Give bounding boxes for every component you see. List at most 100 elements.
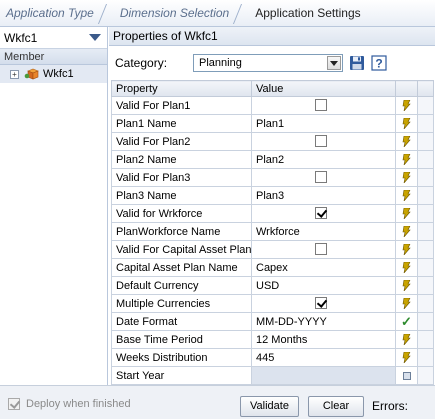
tree-item-label: Wkfc1 [43, 68, 74, 80]
validate-button[interactable]: Validate [240, 396, 299, 417]
property-name-cell: Valid for Wrkforce [111, 204, 252, 223]
dimension-selector[interactable]: Wkfc1 [0, 27, 107, 49]
edit-pending-icon [402, 118, 411, 130]
status-cell [395, 222, 418, 241]
chevron-down-icon[interactable] [89, 34, 101, 41]
property-name-cell: Plan3 Name [111, 186, 252, 205]
deploy-label: Deploy when finished [26, 398, 131, 410]
property-value-cell[interactable] [251, 240, 396, 259]
property-name-cell: Multiple Currencies [111, 294, 252, 313]
status-cell: ✓ [395, 312, 418, 331]
property-name-cell: Capital Asset Plan Name [111, 258, 252, 277]
property-checkbox[interactable] [315, 99, 327, 111]
property-name-cell: Base Time Period [111, 330, 252, 349]
tree-item-root[interactable]: + Wkfc1 [0, 65, 107, 83]
status-cell [395, 96, 418, 115]
property-value-cell[interactable]: MM-DD-YYYY [251, 312, 396, 331]
category-dropdown-button[interactable] [327, 56, 341, 70]
breadcrumb-step-dimension-selection[interactable]: Dimension Selection [114, 0, 235, 27]
property-value-cell[interactable]: Plan1 [251, 114, 396, 133]
property-value-cell[interactable] [251, 96, 396, 115]
property-row: Base Time Period 12 Months [111, 330, 434, 349]
breadcrumb-step-application-type[interactable]: Application Type [0, 0, 100, 27]
property-checkbox[interactable] [315, 171, 327, 183]
category-select-value: Planning [199, 57, 242, 69]
property-row: Default Currency USD [111, 276, 434, 295]
expand-icon[interactable]: + [10, 69, 19, 79]
extra-cell [417, 312, 434, 331]
extra-cell [417, 204, 434, 223]
property-value-cell[interactable]: Plan3 [251, 186, 396, 205]
property-row: Plan3 Name Plan3 [111, 186, 434, 205]
property-checkbox[interactable] [315, 297, 327, 309]
property-row: Weeks Distribution 445 [111, 348, 434, 367]
property-value-cell[interactable] [251, 294, 396, 313]
deploy-option: Deploy when finished [8, 398, 131, 410]
property-value-cell[interactable] [251, 168, 396, 187]
property-row: Capital Asset Plan Name Capex [111, 258, 434, 277]
property-row: Valid For Plan1 [111, 96, 434, 115]
property-value-cell[interactable] [251, 204, 396, 223]
property-checkbox[interactable] [315, 135, 327, 147]
extra-cell [417, 258, 434, 277]
property-name-cell: Valid For Plan2 [111, 132, 252, 151]
extra-cell [417, 240, 434, 259]
property-row: Valid For Plan3 [111, 168, 434, 187]
grid-header-row: Property Value [111, 80, 434, 97]
edit-pending-icon [402, 262, 411, 274]
checkmark-icon: ✓ [401, 313, 412, 329]
property-row: PlanWorkforce Name Wrkforce [111, 222, 434, 241]
property-row: Valid For Plan2 [111, 132, 434, 151]
extra-cell [417, 186, 434, 205]
status-cell [395, 150, 418, 169]
property-name-cell: Plan2 Name [111, 150, 252, 169]
property-name-cell: Weeks Distribution [111, 348, 252, 367]
property-value-cell[interactable]: 12 Months [251, 330, 396, 349]
edit-pending-icon [402, 226, 411, 238]
property-value-cell[interactable]: USD [251, 276, 396, 295]
deploy-checkbox [8, 398, 20, 410]
status-cell [395, 276, 418, 295]
dimension-pane: Wkfc1 Member + Wkfc1 [0, 27, 108, 385]
property-checkbox[interactable] [315, 243, 327, 255]
extra-cell [417, 114, 434, 133]
database-icon [402, 371, 411, 380]
chevron-down-icon [330, 60, 338, 66]
property-value-cell[interactable] [251, 132, 396, 151]
category-row: Category: Planning ? [109, 46, 435, 80]
category-label: Category: [115, 56, 168, 70]
value-column-header: Value [251, 80, 396, 97]
extra-column-header [417, 80, 434, 97]
footer-bar: Deploy when finished Validate Clear Erro… [0, 385, 435, 419]
extra-cell [417, 348, 434, 367]
property-row: Valid for Wrkforce [111, 204, 434, 223]
clear-button[interactable]: Clear [308, 396, 364, 417]
property-value-cell[interactable]: Plan2 [251, 150, 396, 169]
save-icon[interactable] [349, 55, 365, 71]
status-cell [395, 114, 418, 133]
property-value-cell[interactable] [251, 366, 396, 385]
status-column-header [395, 80, 418, 97]
dimension-selector-value: Wkfc1 [4, 30, 38, 45]
property-row: Valid For Capital Asset Plan [111, 240, 434, 259]
property-value-cell[interactable]: Capex [251, 258, 396, 277]
extra-cell [417, 168, 434, 187]
svg-text:?: ? [375, 57, 382, 71]
property-row: Multiple Currencies [111, 294, 434, 313]
extra-cell [417, 150, 434, 169]
property-name-cell: PlanWorkforce Name [111, 222, 252, 241]
property-value-cell[interactable]: 445 [251, 348, 396, 367]
breadcrumb-separator [235, 0, 249, 27]
category-select[interactable]: Planning [193, 54, 343, 72]
extra-cell [417, 330, 434, 349]
properties-title: Properties of Wkfc1 [109, 27, 435, 46]
property-checkbox[interactable] [315, 207, 327, 219]
property-column-header: Property [111, 80, 252, 97]
help-icon[interactable]: ? [371, 55, 387, 71]
edit-pending-icon [402, 280, 411, 292]
property-value-cell[interactable]: Wrkforce [251, 222, 396, 241]
edit-pending-icon [402, 244, 411, 256]
property-row: Date Format MM-DD-YYYY ✓ [111, 312, 434, 331]
property-name-cell: Valid For Capital Asset Plan [111, 240, 252, 259]
edit-pending-icon [402, 154, 411, 166]
